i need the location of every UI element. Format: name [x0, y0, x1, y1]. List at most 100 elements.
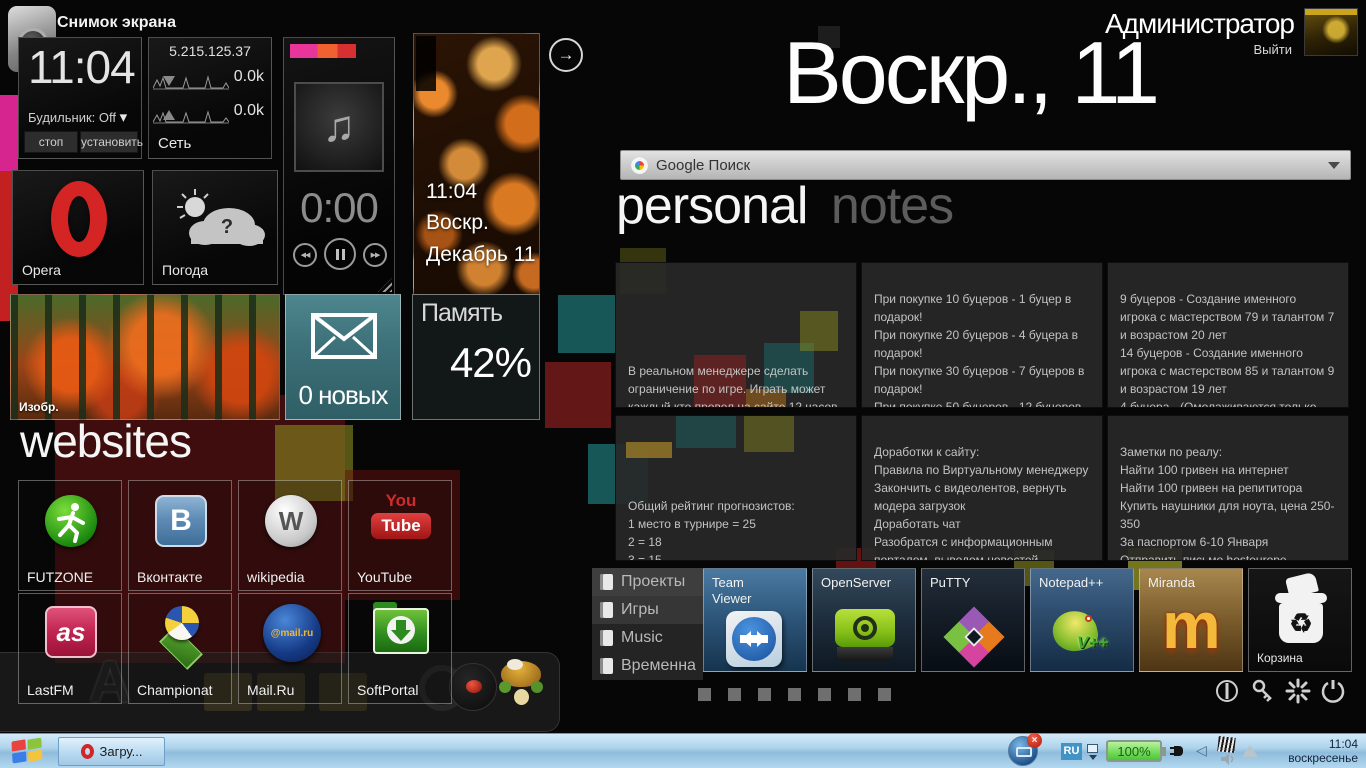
date-tile-date: Декабрь 11: [426, 239, 536, 271]
alarm-stop-button[interactable]: стоп: [24, 131, 78, 153]
pager-dot[interactable]: [698, 688, 711, 701]
opera-tile[interactable]: Opera: [12, 170, 144, 285]
opera-label: Opera: [22, 262, 61, 278]
website-tile-lastfm[interactable]: as LastFM: [18, 593, 122, 704]
note-tile[interactable]: В реальном менеджере сделать ограничение…: [615, 262, 857, 408]
futzone-icon: [45, 495, 97, 547]
music-player-widget[interactable]: ♫ 0:00 ◀◀ ▶▶: [283, 37, 395, 295]
miranda-icon: m: [1162, 587, 1221, 663]
network-widget[interactable]: 5.215.125.37 0.0k 0.0k Сеть: [148, 37, 272, 159]
alarm-dropdown[interactable]: Будильник: Off ▾: [28, 108, 127, 126]
website-tile-youtube[interactable]: You Tube YouTube: [348, 480, 452, 591]
note-text: Общий рейтинг прогнозистов: 1 место в ту…: [628, 497, 844, 561]
muted-speaker-icon[interactable]: [1221, 752, 1235, 768]
folder-item-projects[interactable]: Проекты: [592, 568, 703, 596]
next-track-button[interactable]: ▶▶: [363, 243, 387, 267]
memory-widget[interactable]: Память 42%: [412, 294, 540, 420]
album-art: ♫: [294, 82, 384, 172]
notes-heading-primary: personal: [616, 177, 807, 235]
dock-record-icon[interactable]: [449, 663, 497, 711]
notes-heading-secondary: notes: [831, 177, 953, 235]
app-tile-miranda[interactable]: Miranda m: [1139, 568, 1243, 672]
website-label: FUTZONE: [27, 569, 93, 585]
error-badge: ×: [1027, 733, 1042, 748]
lastfm-icon: as: [45, 606, 97, 658]
folder-item-music[interactable]: Music: [592, 624, 703, 652]
app-tile-recycle-bin[interactable]: ♻ Корзина: [1248, 568, 1352, 672]
pager-dot[interactable]: [848, 688, 861, 701]
power-icon[interactable]: [1320, 678, 1346, 704]
website-tile-softportal[interactable]: SoftPortal: [348, 593, 452, 704]
memory-label: Память: [421, 299, 502, 328]
note-tile[interactable]: При покупке 10 буцеров - 1 буцер в подар…: [861, 262, 1103, 408]
task-button-opera-downloads[interactable]: Загру...: [58, 737, 165, 766]
logout-link[interactable]: Выйти: [1254, 42, 1293, 57]
youtube-icon: You Tube: [371, 491, 431, 549]
previous-track-button[interactable]: ◀◀: [293, 243, 317, 267]
note-tile[interactable]: Общий рейтинг прогнозистов: 1 место в ту…: [615, 415, 857, 561]
website-tile-championat[interactable]: Championat: [128, 593, 232, 704]
search-dropdown-caret[interactable]: [1328, 162, 1340, 175]
pager-dot[interactable]: [878, 688, 891, 701]
key-icon[interactable]: [1250, 678, 1276, 704]
striped-tray-icon[interactable]: [1217, 736, 1235, 753]
pager-dot[interactable]: [758, 688, 771, 701]
refresh-spinner-icon[interactable]: [1285, 678, 1311, 704]
app-label: Notepad++: [1039, 575, 1103, 591]
download-graph: [153, 70, 229, 96]
website-tile-mailru[interactable]: @mail.ru Mail.Ru: [238, 593, 342, 704]
search-label: Google Поиск: [656, 157, 750, 174]
network-label: Сеть: [158, 135, 191, 152]
start-button[interactable]: [11, 738, 44, 765]
weather-tile[interactable]: ? Погода: [152, 170, 278, 285]
update-tray-icon[interactable]: [1242, 737, 1258, 757]
recycle-icon: ♻: [1289, 608, 1312, 639]
app-label: OpenServer: [821, 575, 891, 591]
wikipedia-icon: W: [265, 495, 317, 547]
pause-button[interactable]: [324, 238, 356, 270]
app-tile-putty[interactable]: PuTTY: [921, 568, 1025, 672]
folder-item-games[interactable]: Игры: [592, 596, 703, 624]
mail-count: 0 новых: [286, 380, 400, 411]
app-tile-openserver[interactable]: OpenServer: [812, 568, 916, 672]
website-label: YouTube: [357, 569, 412, 585]
dock-turtle-icon[interactable]: [497, 655, 545, 717]
date-tile-time: 11:04: [426, 176, 536, 208]
bg-square: [800, 311, 838, 351]
teamviewer-icon: [726, 611, 782, 667]
note-tile[interactable]: 9 буцеров - Создание именного игрока с м…: [1107, 262, 1349, 408]
language-options-icon[interactable]: [1087, 743, 1101, 760]
tray-clock[interactable]: 11:04 воскресенье: [1288, 737, 1358, 765]
website-tile-vkontakte[interactable]: B Вконтакте: [128, 480, 232, 591]
pager-dot[interactable]: [818, 688, 831, 701]
date-widget[interactable]: 11:04 Воскр. Декабрь 11: [413, 33, 540, 295]
resize-handle[interactable]: [378, 278, 392, 292]
app-tile-notepadpp[interactable]: Notepad++ V++: [1030, 568, 1134, 672]
rewind-icon: ◀◀: [301, 251, 310, 259]
next-panel-button[interactable]: →: [549, 38, 583, 72]
folder-icon: [600, 630, 613, 646]
note-tile[interactable]: Заметки по реалу: Найти 100 гривен на ин…: [1107, 415, 1349, 561]
alarm-set-button[interactable]: установить: [80, 131, 138, 153]
website-tile-futzone[interactable]: FUTZONE: [18, 480, 122, 591]
folder-item-temp[interactable]: Временна: [592, 652, 703, 680]
show-hidden-icons-button[interactable]: ◁: [1196, 742, 1207, 759]
championat-icon: [153, 606, 209, 662]
clock-widget[interactable]: 11:04 Будильник: Off ▾ стоп установить: [18, 37, 142, 159]
picture-widget[interactable]: Изобр.: [10, 294, 280, 420]
screen-off-icon[interactable]: [1214, 678, 1240, 704]
app-tile-teamviewer[interactable]: Team Viewer: [703, 568, 807, 672]
mailru-icon: @mail.ru: [263, 604, 321, 662]
mail-widget[interactable]: 0 новых: [285, 294, 401, 420]
language-indicator[interactable]: RU: [1061, 743, 1082, 760]
avatar[interactable]: [1304, 8, 1358, 56]
tray-app-icon[interactable]: ×: [1008, 736, 1038, 766]
power-plug-icon[interactable]: [1170, 744, 1186, 758]
memory-value: 42%: [450, 339, 531, 387]
battery-indicator[interactable]: 100%: [1106, 740, 1162, 762]
note-tile[interactable]: Доработки к сайту: Правила по Виртуально…: [861, 415, 1103, 561]
battery-nub: [1162, 747, 1166, 756]
pager-dot[interactable]: [788, 688, 801, 701]
pager-dot[interactable]: [728, 688, 741, 701]
website-tile-wikipedia[interactable]: W wikipedia: [238, 480, 342, 591]
